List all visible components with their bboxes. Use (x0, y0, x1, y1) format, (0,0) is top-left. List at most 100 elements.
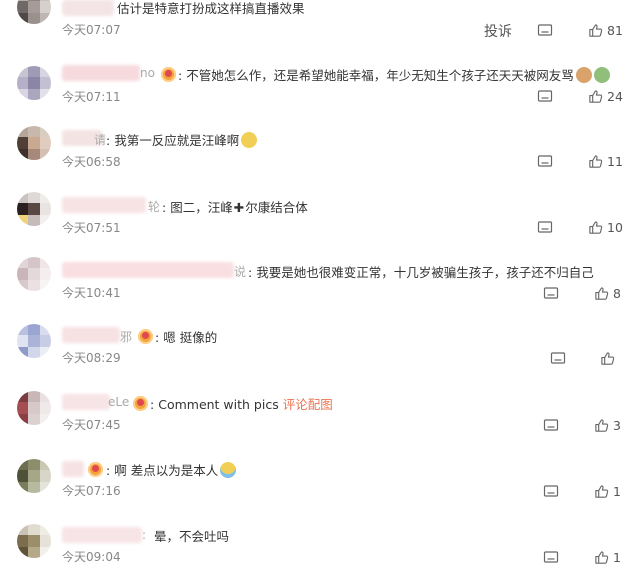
avatar[interactable] (17, 324, 51, 358)
username-blurred[interactable] (62, 65, 140, 81)
reply-button[interactable] (537, 154, 553, 170)
comment-text: :啊 差点以为是本人 (106, 460, 237, 479)
avatar[interactable] (17, 391, 51, 425)
avatar[interactable] (17, 126, 51, 160)
comment-text-content: 啊 差点以为是本人 (114, 463, 219, 478)
username-blurred[interactable] (62, 394, 110, 410)
vip-badge-icon (161, 67, 176, 82)
thumbs-up-icon (589, 24, 603, 37)
comment-text-content: 嗯 挺像的 (163, 330, 218, 345)
username-tail[interactable]: 说 (234, 263, 246, 280)
comment-text-content: 晕，不会吐吗 (154, 529, 230, 544)
username-blurred[interactable] (62, 461, 84, 477)
reply-button[interactable] (550, 351, 566, 367)
comment-time: 今天07:45 (62, 418, 121, 432)
comment-icon (537, 155, 553, 167)
like-button[interactable]: 1 (594, 484, 621, 499)
avatar[interactable] (17, 459, 51, 493)
reply-button[interactable] (543, 286, 559, 302)
thumbs-up-icon (595, 551, 609, 564)
username-tail[interactable]: 轮 (148, 198, 160, 215)
username-blurred[interactable] (62, 0, 114, 16)
comment-text-content: 不管她怎么作，还是希望她能幸福，年少无知生个孩子还天天被网友骂 (186, 68, 574, 83)
comment-time: 今天07:11 (62, 90, 121, 104)
reply-button[interactable] (543, 550, 559, 566)
like-count: 81 (607, 23, 623, 38)
avatar[interactable] (17, 257, 51, 291)
like-button[interactable] (600, 351, 619, 366)
username-blurred[interactable] (62, 327, 120, 343)
comment-text: : 我要是她也很难变正常，十几岁被骗生孩子，孩子还不归自己 (248, 265, 594, 280)
emoji-cake-icon (575, 67, 592, 83)
comment-text: : 不管她怎么作，还是希望她能幸福，年少无知生个孩子还天天被网友骂 (178, 65, 610, 84)
vip-badge-icon (88, 462, 103, 477)
like-button[interactable]: 3 (594, 418, 621, 433)
comment-icon (543, 551, 559, 563)
thumbs-up-icon (601, 352, 615, 365)
comment-icon (537, 90, 553, 102)
avatar[interactable] (17, 66, 51, 100)
comment-text: : 图二，汪峰✚尔康结合体 (162, 200, 308, 215)
like-count: 8 (613, 286, 621, 301)
thumbs-up-icon (595, 485, 609, 498)
like-count: 3 (613, 418, 621, 433)
comment-text: :嗯 挺像的 (155, 330, 218, 345)
username-tail[interactable]: no (140, 66, 155, 80)
username-tail[interactable]: 请 (94, 131, 106, 148)
thumbs-up-icon (589, 221, 603, 234)
username-tail[interactable]: eLe (108, 395, 129, 409)
username-blurred[interactable] (62, 262, 234, 278)
username-blurred[interactable] (62, 197, 146, 213)
comment-text-content: 图二，汪峰 (170, 200, 233, 215)
vip-badge-icon (138, 329, 153, 344)
like-count: 10 (607, 220, 623, 235)
avatar[interactable] (17, 524, 51, 558)
comment-icon (543, 485, 559, 497)
emoji-crying-icon (220, 462, 237, 478)
plus-icon: ✚ (233, 200, 245, 215)
like-count: 1 (613, 484, 621, 499)
reply-button[interactable] (537, 89, 553, 105)
username-blurred[interactable] (62, 527, 142, 543)
like-count: 1 (613, 550, 621, 565)
emoji-surprised-icon (241, 132, 258, 148)
like-button[interactable]: 24 (588, 89, 623, 104)
comment-time: 今天09:04 (62, 550, 121, 564)
username-tail[interactable]: : (142, 528, 146, 542)
comment-icon (537, 221, 553, 233)
avatar[interactable] (17, 0, 51, 24)
comment-icon (543, 419, 559, 431)
avatar[interactable] (17, 192, 51, 226)
reply-button[interactable] (543, 484, 559, 500)
view-pics-link[interactable]: 评论配图 (283, 397, 333, 412)
reply-button[interactable] (543, 418, 559, 434)
vip-badge-icon (133, 396, 148, 411)
like-button[interactable]: 8 (594, 286, 621, 301)
like-button[interactable]: 81 (588, 23, 623, 38)
thumbs-up-icon (589, 155, 603, 168)
comment-time: 今天08:29 (62, 351, 121, 365)
comment-time: 今天07:16 (62, 484, 121, 498)
username-tail[interactable]: 邪 (120, 328, 132, 345)
like-button[interactable]: 11 (588, 154, 623, 169)
thumbs-up-icon (595, 287, 609, 300)
comment-time: 今天07:51 (62, 221, 121, 235)
comment-icon (543, 287, 559, 299)
comment-text: 估计是特意打扮成这样搞直播效果 (117, 0, 305, 17)
reply-button[interactable] (537, 220, 553, 236)
like-button[interactable]: 1 (594, 550, 621, 565)
comment-text-after: 尔康结合体 (245, 200, 308, 215)
like-count: 24 (607, 89, 623, 104)
reply-button[interactable] (537, 23, 553, 39)
comment-time: 今天10:41 (62, 286, 121, 300)
comment-icon (550, 352, 566, 364)
comment-text-content: 我第一反应就是汪峰啊 (114, 133, 240, 148)
comment-text-content: 我要是她也很难变正常，十几岁被骗生孩子，孩子还不归自己 (256, 265, 594, 280)
comment-icon (537, 24, 553, 36)
comment-text: : 我第一反应就是汪峰啊 (106, 130, 258, 149)
comment-text: : Comment with pics 评论配图 (150, 397, 333, 412)
thumbs-up-icon (589, 90, 603, 103)
like-count: 11 (607, 154, 623, 169)
like-button[interactable]: 10 (588, 220, 623, 235)
report-button[interactable]: 投诉 (484, 21, 512, 41)
